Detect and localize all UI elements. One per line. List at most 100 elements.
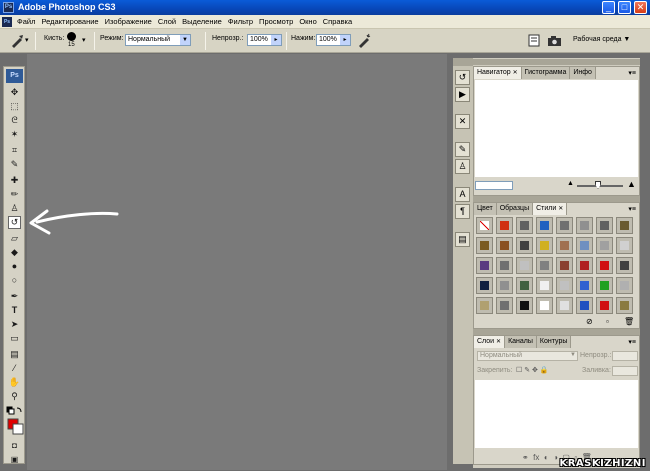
maximize-button[interactable]: □ xyxy=(618,1,631,14)
brush-preview-icon[interactable] xyxy=(67,32,76,41)
panel-menu-icon[interactable]: ▾≡ xyxy=(628,338,636,346)
tab-navigator[interactable]: Навигатор ✕ xyxy=(474,67,522,79)
color-swatches[interactable] xyxy=(6,406,24,440)
style-swatch[interactable] xyxy=(476,217,493,234)
path-selection-tool-icon[interactable]: ➤ xyxy=(8,318,21,331)
style-swatch[interactable] xyxy=(556,257,573,274)
style-swatch[interactable] xyxy=(516,257,533,274)
close-button[interactable]: ✕ xyxy=(634,1,647,14)
minimize-button[interactable]: _ xyxy=(602,1,615,14)
style-swatch[interactable] xyxy=(536,237,553,254)
magic-wand-tool-icon[interactable]: ✶ xyxy=(8,128,21,141)
blur-tool-icon[interactable]: ● xyxy=(8,260,21,273)
style-swatch[interactable] xyxy=(596,297,613,314)
menu-view[interactable]: Просмотр xyxy=(256,17,296,26)
panel-menu-icon[interactable]: ▾≡ xyxy=(628,69,636,77)
clone-source-panel-icon[interactable]: ♙ xyxy=(455,159,470,174)
canvas-area[interactable] xyxy=(27,54,447,470)
style-swatch[interactable] xyxy=(476,277,493,294)
style-swatch[interactable] xyxy=(476,297,493,314)
style-swatch[interactable] xyxy=(536,297,553,314)
opacity-field[interactable]: 100% ▸ xyxy=(247,34,282,46)
app-menu-icon[interactable]: Ps xyxy=(2,17,12,27)
style-swatch[interactable] xyxy=(576,297,593,314)
workspace-button[interactable]: Рабочая среда ▼ xyxy=(573,36,630,43)
actions-panel-icon[interactable]: ▶ xyxy=(455,87,470,102)
history-brush-tool-icon[interactable]: ↺ xyxy=(8,216,21,229)
move-tool-icon[interactable]: ✥ xyxy=(8,86,21,99)
style-swatch[interactable] xyxy=(576,277,593,294)
zoom-out-icon[interactable]: ▲ xyxy=(567,180,574,187)
style-swatch[interactable] xyxy=(616,297,633,314)
style-swatch[interactable] xyxy=(476,237,493,254)
menu-select[interactable]: Выделение xyxy=(179,17,225,26)
menu-filter[interactable]: Фильтр xyxy=(225,17,256,26)
zoom-tool-icon[interactable]: ⚲ xyxy=(8,390,21,403)
brushes-panel-icon[interactable]: ✎ xyxy=(455,142,470,157)
tab-histogram[interactable]: Гистограмма xyxy=(521,67,571,79)
style-swatch[interactable] xyxy=(616,277,633,294)
eyedropper-tool-icon[interactable]: ⁄ xyxy=(8,362,21,375)
eraser-tool-icon[interactable]: ▱ xyxy=(8,232,21,245)
style-swatch[interactable] xyxy=(556,277,573,294)
close-icon[interactable]: ✕ xyxy=(496,339,501,345)
style-swatch[interactable] xyxy=(536,257,553,274)
rectangle-tool-icon[interactable]: ▭ xyxy=(8,332,21,345)
style-swatch[interactable] xyxy=(556,297,573,314)
close-icon[interactable]: ✕ xyxy=(513,70,518,76)
style-swatch[interactable] xyxy=(496,297,513,314)
marquee-tool-icon[interactable]: ⬚ xyxy=(8,100,21,113)
style-swatch[interactable] xyxy=(576,257,593,274)
layer-comps-panel-icon[interactable]: ▤ xyxy=(455,232,470,247)
style-swatch[interactable] xyxy=(616,217,633,234)
notes-tool-icon[interactable]: ▤ xyxy=(8,348,21,361)
paragraph-panel-icon[interactable]: ¶ xyxy=(455,204,470,219)
style-swatch[interactable] xyxy=(576,237,593,254)
style-swatch[interactable] xyxy=(596,237,613,254)
lock-icons[interactable]: ☐ ✎ ✥ 🔒 xyxy=(516,366,549,374)
airbrush-icon[interactable] xyxy=(356,33,372,49)
style-swatch[interactable] xyxy=(476,257,493,274)
tool-presets-panel-icon[interactable]: ✕ xyxy=(455,114,470,129)
style-swatch[interactable] xyxy=(516,297,533,314)
slice-tool-icon[interactable]: ✎ xyxy=(8,158,21,171)
style-swatch[interactable] xyxy=(496,257,513,274)
quick-mask-icon[interactable]: ◘ xyxy=(8,439,21,452)
brush-picker-arrow-icon[interactable]: ▾ xyxy=(82,36,86,44)
pressure-field[interactable]: 100% ▸ xyxy=(316,34,351,46)
tab-styles[interactable]: Стили ✕ xyxy=(533,203,568,215)
bridge-camera-icon[interactable] xyxy=(547,34,563,47)
style-swatch[interactable] xyxy=(596,277,613,294)
panel-menu-icon[interactable]: ▾≡ xyxy=(628,205,636,213)
file-browser-icon[interactable] xyxy=(528,34,540,47)
style-swatch[interactable] xyxy=(616,237,633,254)
brush-tool-icon[interactable]: ✏ xyxy=(8,188,21,201)
tool-preset-icon[interactable] xyxy=(10,34,24,48)
history-panel-icon[interactable]: ↺ xyxy=(455,70,470,85)
close-icon[interactable]: ✕ xyxy=(558,206,563,212)
crop-tool-icon[interactable]: ⌗ xyxy=(8,144,21,157)
navigator-preview[interactable] xyxy=(475,80,638,177)
style-swatch[interactable] xyxy=(496,237,513,254)
style-swatch[interactable] xyxy=(516,217,533,234)
new-style-icon[interactable]: ▫ xyxy=(606,317,609,326)
zoom-slider-handle[interactable] xyxy=(595,181,601,189)
layers-list[interactable] xyxy=(475,380,638,448)
tool-preset-arrow-icon[interactable]: ▾ xyxy=(25,36,29,44)
tab-info[interactable]: Инфо xyxy=(570,67,596,79)
fill-field[interactable] xyxy=(612,366,638,376)
style-swatch[interactable] xyxy=(536,277,553,294)
delete-style-icon[interactable]: 🗑 xyxy=(624,317,634,326)
hand-tool-icon[interactable]: ✋ xyxy=(8,376,21,389)
dodge-tool-icon[interactable]: ○ xyxy=(8,274,21,287)
tab-channels[interactable]: Каналы xyxy=(505,336,537,348)
screen-mode-icon[interactable]: ▣ xyxy=(8,453,21,466)
zoom-in-icon[interactable]: ▲ xyxy=(627,179,636,189)
tab-color[interactable]: Цвет xyxy=(474,203,497,215)
menu-file[interactable]: Файл xyxy=(14,17,38,26)
style-swatch[interactable] xyxy=(556,217,573,234)
tab-layers[interactable]: Слои ✕ xyxy=(474,336,506,348)
lasso-tool-icon[interactable]: ᘓ xyxy=(8,114,21,127)
menu-window[interactable]: Окно xyxy=(296,17,319,26)
style-swatch[interactable] xyxy=(576,217,593,234)
